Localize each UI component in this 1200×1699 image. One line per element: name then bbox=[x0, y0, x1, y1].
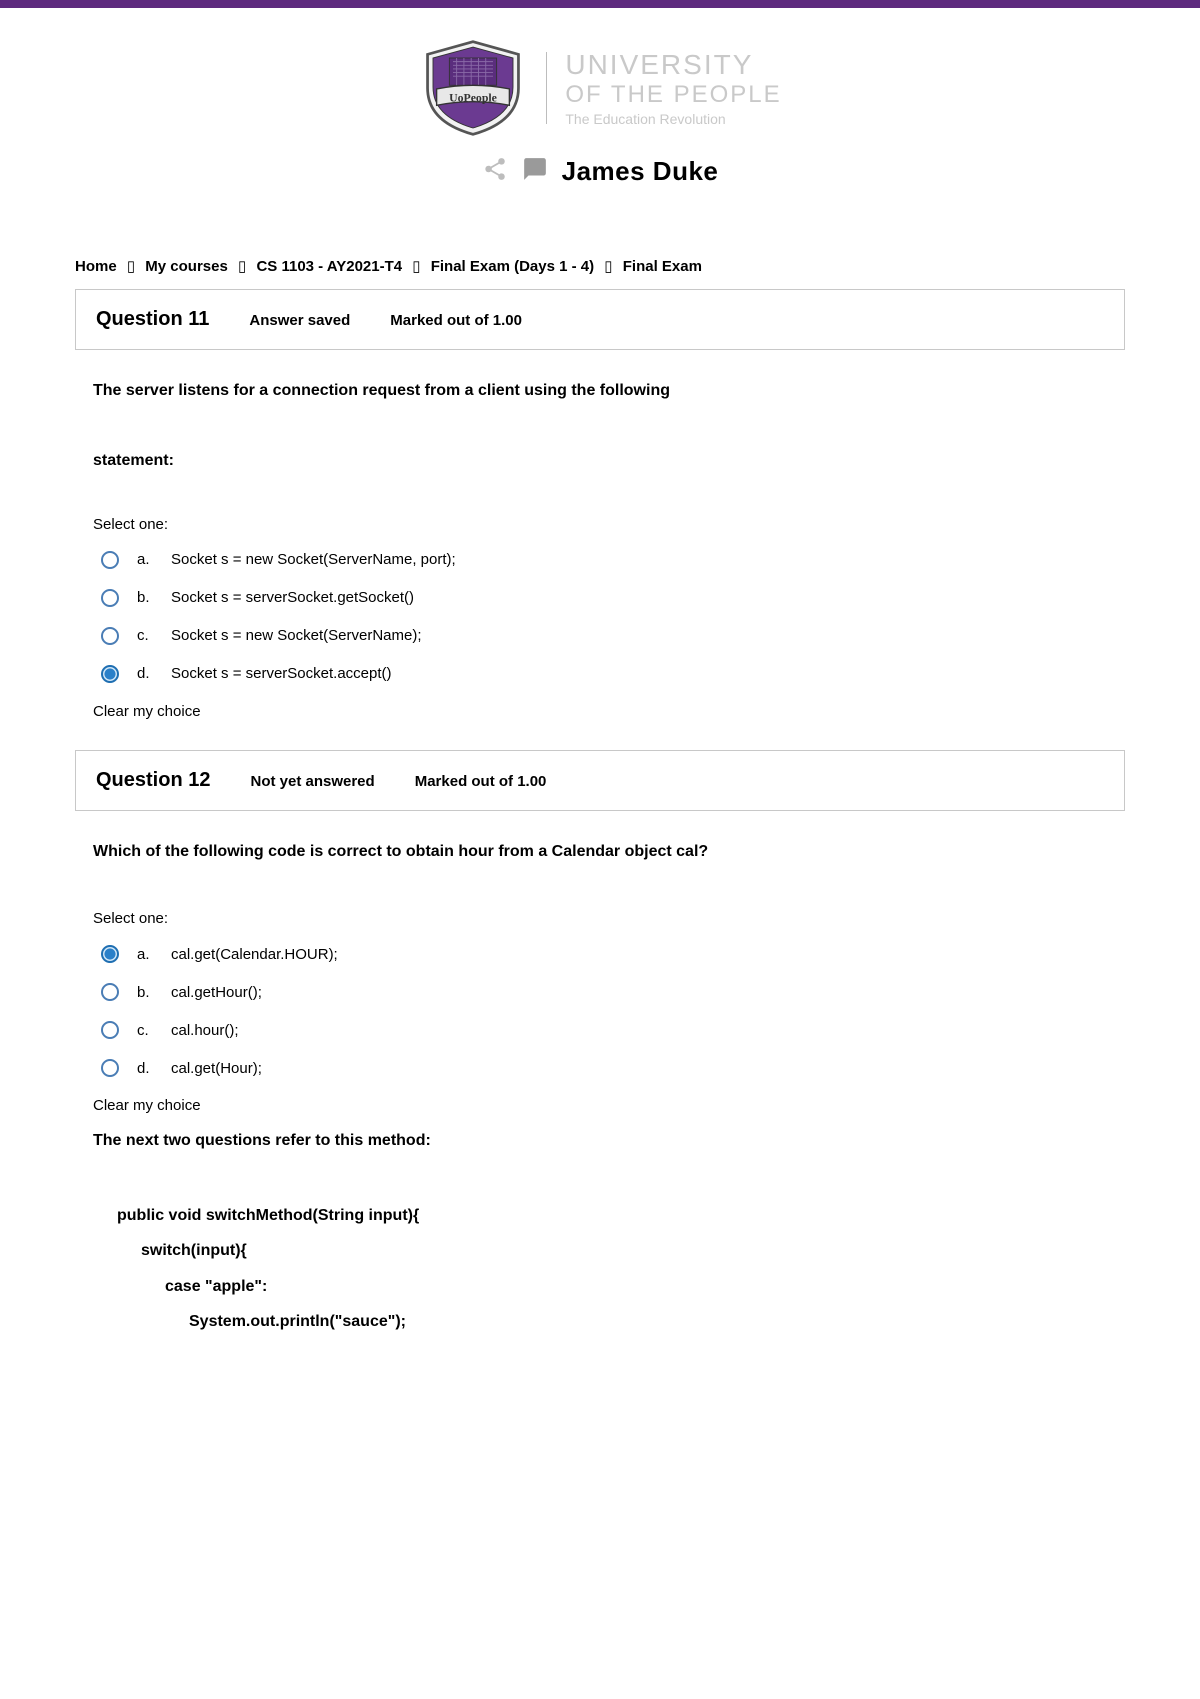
clear-choice-link[interactable]: Clear my choice bbox=[93, 703, 1115, 720]
option-text: Socket s = new Socket(ServerName); bbox=[171, 627, 422, 644]
question-text-line-1: The server listens for a connection requ… bbox=[93, 378, 1115, 404]
option-row[interactable]: d. Socket s = serverSocket.accept() bbox=[93, 665, 1115, 683]
radio-unselected-icon[interactable] bbox=[101, 1059, 119, 1077]
university-shield-logo: UoPeople bbox=[418, 38, 528, 138]
comment-icon[interactable] bbox=[522, 156, 548, 187]
share-icon[interactable] bbox=[482, 156, 508, 187]
breadcrumb-separator: ▯ bbox=[604, 258, 612, 275]
breadcrumb-separator: ▯ bbox=[412, 258, 420, 275]
option-row[interactable]: b. cal.getHour(); bbox=[93, 983, 1115, 1001]
radio-selected-icon[interactable] bbox=[101, 945, 119, 963]
option-letter: c. bbox=[137, 627, 153, 644]
option-row[interactable]: d. cal.get(Hour); bbox=[93, 1059, 1115, 1077]
breadcrumb-item[interactable]: My courses bbox=[145, 258, 228, 275]
breadcrumb-separator: ▯ bbox=[127, 258, 135, 275]
option-text: cal.get(Hour); bbox=[171, 1060, 262, 1077]
select-one-label: Select one: bbox=[93, 910, 1115, 927]
option-letter: c. bbox=[137, 1022, 153, 1039]
question-12-header: Question 12 Not yet answered Marked out … bbox=[75, 750, 1125, 811]
breadcrumb-item[interactable]: Final Exam (Days 1 - 4) bbox=[431, 258, 594, 275]
question-status: Answer saved bbox=[249, 312, 350, 329]
option-row[interactable]: b. Socket s = serverSocket.getSocket() bbox=[93, 589, 1115, 607]
logo-row: UoPeople UNIVERSITY OF THE PEOPLE The Ed… bbox=[75, 38, 1125, 138]
question-title: Question 11 bbox=[96, 308, 209, 331]
author-name: James Duke bbox=[562, 156, 719, 187]
option-letter: a. bbox=[137, 946, 153, 963]
option-letter: b. bbox=[137, 589, 153, 606]
option-row[interactable]: a. cal.get(Calendar.HOUR); bbox=[93, 945, 1115, 963]
option-text: cal.get(Calendar.HOUR); bbox=[171, 946, 338, 963]
question-status: Not yet answered bbox=[250, 773, 374, 790]
question-title: Question 12 bbox=[96, 769, 210, 792]
option-row[interactable]: a. Socket s = new Socket(ServerName, por… bbox=[93, 551, 1115, 569]
question-marks: Marked out of 1.00 bbox=[415, 773, 547, 790]
university-line-2: OF THE PEOPLE bbox=[565, 81, 781, 109]
question-12-body: Which of the following code is correct t… bbox=[75, 839, 1125, 1339]
code-line: case "apple": bbox=[117, 1269, 1115, 1304]
clear-choice-link[interactable]: Clear my choice bbox=[93, 1097, 1115, 1114]
option-row[interactable]: c. cal.hour(); bbox=[93, 1021, 1115, 1039]
code-block: public void switchMethod(String input){ … bbox=[93, 1198, 1115, 1339]
question-marks: Marked out of 1.00 bbox=[390, 312, 522, 329]
breadcrumb-item[interactable]: Final Exam bbox=[623, 258, 702, 275]
radio-unselected-icon[interactable] bbox=[101, 589, 119, 607]
code-line: public void switchMethod(String input){ bbox=[117, 1198, 1115, 1233]
refer-text: The next two questions refer to this met… bbox=[93, 1132, 1115, 1150]
top-accent-bar bbox=[0, 0, 1200, 8]
option-text: cal.getHour(); bbox=[171, 984, 262, 1001]
radio-unselected-icon[interactable] bbox=[101, 983, 119, 1001]
question-text-line-2: statement: bbox=[93, 452, 1115, 470]
breadcrumb-item[interactable]: Home bbox=[75, 258, 117, 275]
select-one-label: Select one: bbox=[93, 516, 1115, 533]
breadcrumb-separator: ▯ bbox=[238, 258, 246, 275]
option-letter: d. bbox=[137, 1060, 153, 1077]
option-letter: a. bbox=[137, 551, 153, 568]
code-line: System.out.println("sauce"); bbox=[117, 1304, 1115, 1339]
svg-text:UoPeople: UoPeople bbox=[449, 91, 497, 105]
author-row: James Duke bbox=[75, 156, 1125, 187]
option-text: Socket s = serverSocket.getSocket() bbox=[171, 589, 414, 606]
option-row[interactable]: c. Socket s = new Socket(ServerName); bbox=[93, 627, 1115, 645]
breadcrumb: Home ▯ My courses ▯ CS 1103 - AY2021-T4 … bbox=[75, 257, 1125, 275]
page-content: UoPeople UNIVERSITY OF THE PEOPLE The Ed… bbox=[0, 8, 1200, 1429]
university-name: UNIVERSITY OF THE PEOPLE The Education R… bbox=[565, 49, 781, 127]
university-tagline: The Education Revolution bbox=[565, 111, 781, 127]
radio-unselected-icon[interactable] bbox=[101, 551, 119, 569]
question-text: Which of the following code is correct t… bbox=[93, 839, 1115, 865]
option-text: Socket s = serverSocket.accept() bbox=[171, 665, 392, 682]
logo-divider bbox=[546, 52, 547, 124]
question-11-body: The server listens for a connection requ… bbox=[75, 378, 1125, 720]
code-line: switch(input){ bbox=[117, 1233, 1115, 1268]
radio-selected-icon[interactable] bbox=[101, 665, 119, 683]
university-line-1: UNIVERSITY bbox=[565, 49, 781, 81]
radio-unselected-icon[interactable] bbox=[101, 627, 119, 645]
question-11-header: Question 11 Answer saved Marked out of 1… bbox=[75, 289, 1125, 350]
breadcrumb-item[interactable]: CS 1103 - AY2021-T4 bbox=[256, 258, 402, 275]
option-letter: b. bbox=[137, 984, 153, 1001]
option-text: Socket s = new Socket(ServerName, port); bbox=[171, 551, 456, 568]
option-text: cal.hour(); bbox=[171, 1022, 239, 1039]
option-letter: d. bbox=[137, 665, 153, 682]
radio-unselected-icon[interactable] bbox=[101, 1021, 119, 1039]
